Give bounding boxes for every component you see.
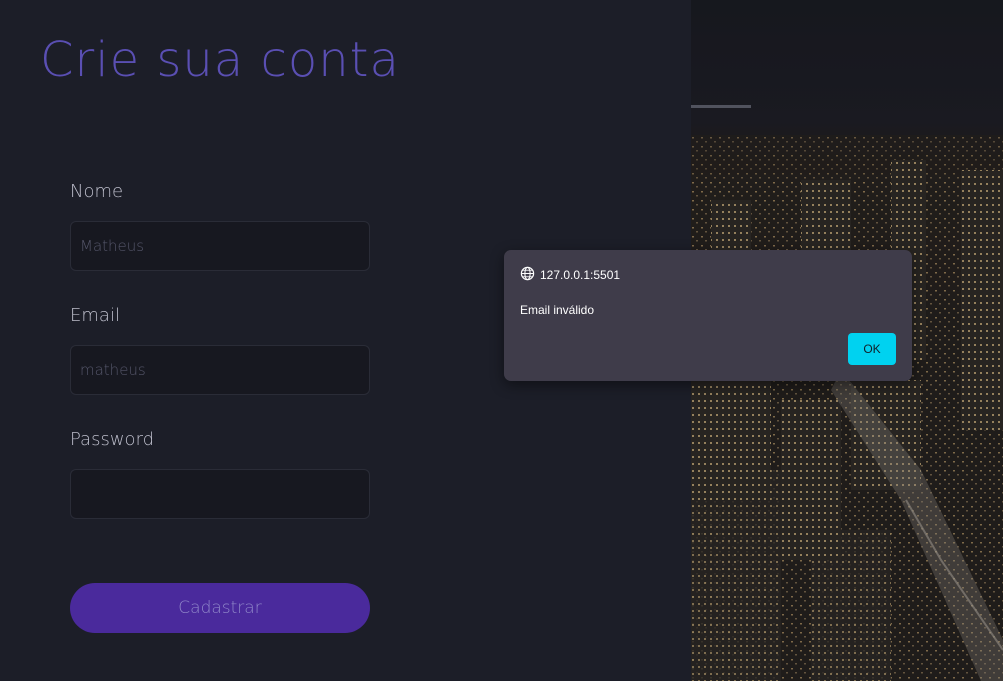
globe-icon bbox=[520, 266, 535, 284]
password-label: Password bbox=[70, 429, 155, 450]
password-input[interactable] bbox=[70, 469, 370, 519]
alert-origin: 127.0.0.1:5501 bbox=[520, 266, 620, 284]
email-input-value: matheus bbox=[80, 361, 146, 379]
email-input[interactable]: matheus bbox=[70, 345, 370, 395]
alert-origin-text: 127.0.0.1:5501 bbox=[540, 268, 621, 282]
alert-message: Email inválido bbox=[520, 303, 595, 317]
email-label: Email bbox=[70, 305, 120, 326]
name-input-value: Matheus bbox=[80, 237, 145, 255]
submit-button-label: Cadastrar bbox=[178, 598, 262, 618]
name-label: Nome bbox=[70, 181, 124, 202]
name-input[interactable]: Matheus bbox=[70, 221, 370, 271]
ok-button[interactable]: OK bbox=[848, 333, 896, 365]
page-title: Crie sua conta bbox=[40, 32, 400, 88]
alert-dialog: 127.0.0.1:5501 Email inválido OK bbox=[504, 250, 912, 381]
submit-button[interactable]: Cadastrar bbox=[70, 583, 370, 633]
ok-button-label: OK bbox=[863, 342, 881, 356]
